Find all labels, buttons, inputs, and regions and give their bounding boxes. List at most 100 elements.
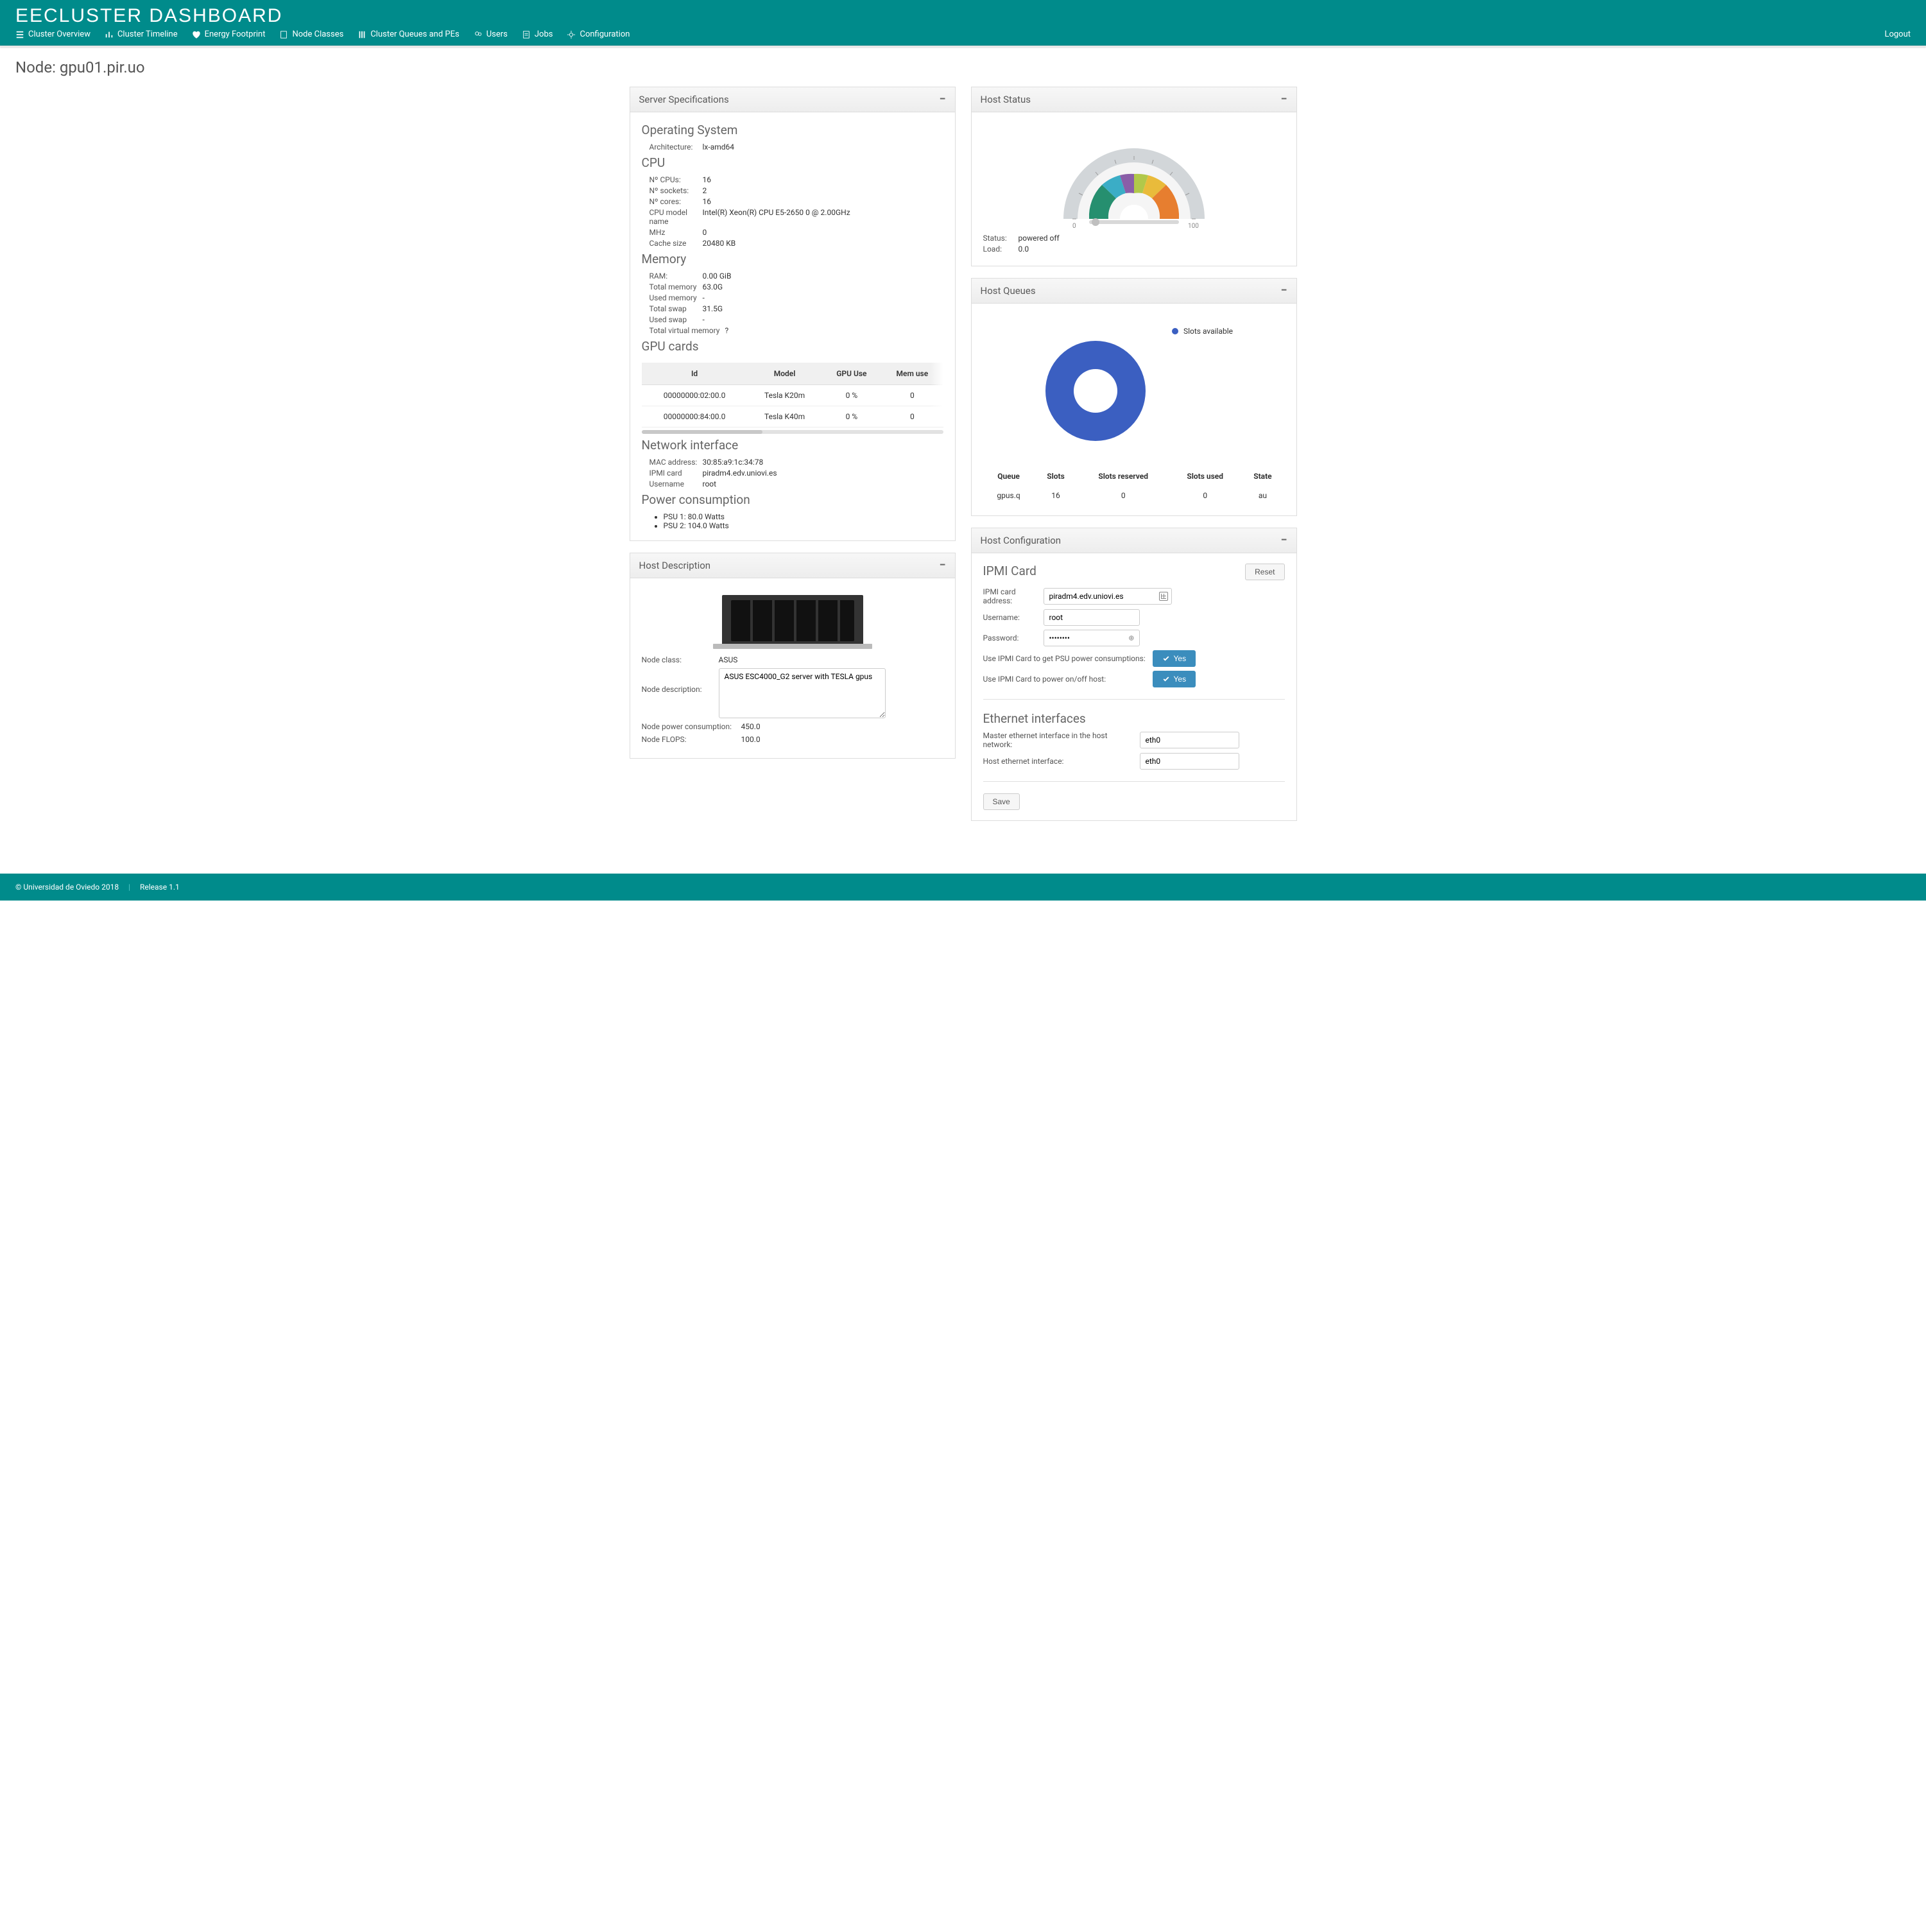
value: Intel(R) Xeon(R) CPU E5-2650 0 @ 2.00GHz <box>703 208 850 226</box>
value: 2 <box>703 186 707 195</box>
label: Master ethernet interface in the host ne… <box>983 731 1137 749</box>
table-scrollbar[interactable] <box>642 430 943 434</box>
nav-label: Configuration <box>580 30 630 39</box>
users-icon <box>474 30 483 39</box>
label: Host ethernet interface: <box>983 757 1137 766</box>
col-memuse: Mem use <box>881 363 943 385</box>
psu-toggle-button[interactable]: Yes <box>1153 650 1196 667</box>
value: 30:85:a9:1c:34:78 <box>703 458 764 467</box>
ipmi-address-input[interactable] <box>1044 588 1172 605</box>
cell: 0 <box>881 406 943 427</box>
load-value: 0.0 <box>1019 245 1029 254</box>
value: - <box>703 293 705 302</box>
host-eth-input[interactable] <box>1140 753 1239 770</box>
gpu-table: Id Model GPU Use Mem use 00000000:02:00.… <box>642 363 943 427</box>
section-os: Operating System <box>642 123 943 137</box>
table-row: 00000000:02:00.0Tesla K20m0 %0 <box>642 385 943 406</box>
status-value: powered off <box>1019 234 1060 243</box>
collapse-icon[interactable]: − <box>940 562 946 569</box>
value: ? <box>725 326 729 335</box>
brand-title: EECLUSTER DASHBOARD <box>0 0 1926 30</box>
value: 0.00 GiB <box>703 272 732 280</box>
label: Password: <box>983 634 1041 643</box>
section-memory: Memory <box>642 252 943 266</box>
cell: 0 <box>881 385 943 406</box>
label: Total swap <box>642 304 703 313</box>
col: Slots used <box>1169 467 1241 486</box>
logout-link[interactable]: Logout <box>1884 30 1911 39</box>
label: Use IPMI Card to get PSU power consumpti… <box>983 654 1150 663</box>
svg-text:0: 0 <box>1072 223 1076 230</box>
panel-host-queues: Host Queues− Slots available Queue Slots… <box>971 278 1297 516</box>
label: Cache size <box>642 239 703 248</box>
panel-server-specs: Server Specifications− Operating System … <box>630 87 956 541</box>
collapse-icon[interactable]: − <box>1281 96 1287 103</box>
save-button[interactable]: Save <box>983 793 1020 810</box>
nav-energy-footprint[interactable]: Energy Footprint <box>192 30 266 39</box>
label: Status: <box>983 234 1019 243</box>
label: Node power consumption: <box>642 722 741 731</box>
footer-release: Release 1.1 <box>140 883 180 892</box>
value: 63.0G <box>703 282 723 291</box>
label: Node description: <box>642 668 719 694</box>
value: piradm4.edv.uniovi.es <box>703 469 777 478</box>
label: IPMI card address: <box>983 587 1041 605</box>
nav-jobs[interactable]: Jobs <box>522 30 553 39</box>
panel-title: Host Status <box>981 94 1031 105</box>
ipmi-username-input[interactable] <box>1044 609 1140 626</box>
nav-label: Cluster Overview <box>28 30 90 39</box>
heart-icon <box>192 30 201 39</box>
col: Slots reserved <box>1077 467 1169 486</box>
panel-host-description: Host Description− Node class:ASUS Node d… <box>630 553 956 759</box>
node-description-textarea[interactable] <box>719 668 886 718</box>
section-network: Network interface <box>642 438 943 453</box>
ipmi-password-input[interactable] <box>1044 630 1140 646</box>
value: 100.0 <box>741 735 761 744</box>
label: MHz <box>642 228 703 237</box>
table-row: 00000000:84:00.0Tesla K40m0 %0 <box>642 406 943 427</box>
label: Node FLOPS: <box>642 735 741 744</box>
collapse-icon[interactable]: − <box>1281 288 1287 294</box>
bar-chart-icon <box>105 30 114 39</box>
key-icon[interactable]: ⊕ <box>1128 634 1134 643</box>
cell: Tesla K40m <box>748 406 822 427</box>
gauge-chart: 0 100 <box>1051 129 1217 232</box>
label: IPMI card <box>642 469 703 478</box>
col: State <box>1241 467 1284 486</box>
svg-text:100: 100 <box>1188 223 1199 230</box>
nav-users[interactable]: Users <box>474 30 508 39</box>
footer-copy: © Universidad de Oviedo 2018 <box>15 883 119 892</box>
value: 16 <box>703 197 712 206</box>
master-eth-input[interactable] <box>1140 732 1239 748</box>
collapse-icon[interactable]: − <box>940 96 946 103</box>
donut-chart <box>1035 327 1156 455</box>
nav-cluster-timeline[interactable]: Cluster Timeline <box>105 30 178 39</box>
value: root <box>703 479 717 488</box>
reset-button[interactable]: Reset <box>1245 564 1284 580</box>
panel-title: Server Specifications <box>639 94 729 105</box>
section-ipmi: IPMI Card <box>983 564 1285 578</box>
label: Total virtual memory <box>642 326 725 335</box>
cell: 0 <box>1169 486 1241 505</box>
nav-cluster-overview[interactable]: Cluster Overview <box>15 30 90 39</box>
chart-legend: Slots available <box>1172 327 1233 336</box>
nav-node-classes[interactable]: Node Classes <box>279 30 343 39</box>
cell: 0 <box>1077 486 1169 505</box>
nav-configuration[interactable]: Configuration <box>567 30 630 39</box>
nav-label: Cluster Timeline <box>117 30 178 39</box>
value: ASUS <box>719 655 738 664</box>
table-row: gpus.q 16 0 0 au <box>983 486 1285 505</box>
label: Username <box>642 479 703 488</box>
nav-cluster-queues[interactable]: Cluster Queues and PEs <box>357 30 459 39</box>
nav-label: Energy Footprint <box>205 30 266 39</box>
psu2: PSU 2: 104.0 Watts <box>664 521 943 530</box>
label: Total memory <box>642 282 703 291</box>
section-ethernet: Ethernet interfaces <box>983 711 1285 726</box>
label: RAM: <box>642 272 703 280</box>
keyboard-icon[interactable] <box>1159 592 1168 601</box>
collapse-icon[interactable]: − <box>1281 537 1287 544</box>
power-toggle-button[interactable]: Yes <box>1153 671 1196 687</box>
label: CPU model name <box>642 208 703 226</box>
label: Use IPMI Card to power on/off host: <box>983 675 1150 684</box>
sliders-icon <box>357 30 366 39</box>
